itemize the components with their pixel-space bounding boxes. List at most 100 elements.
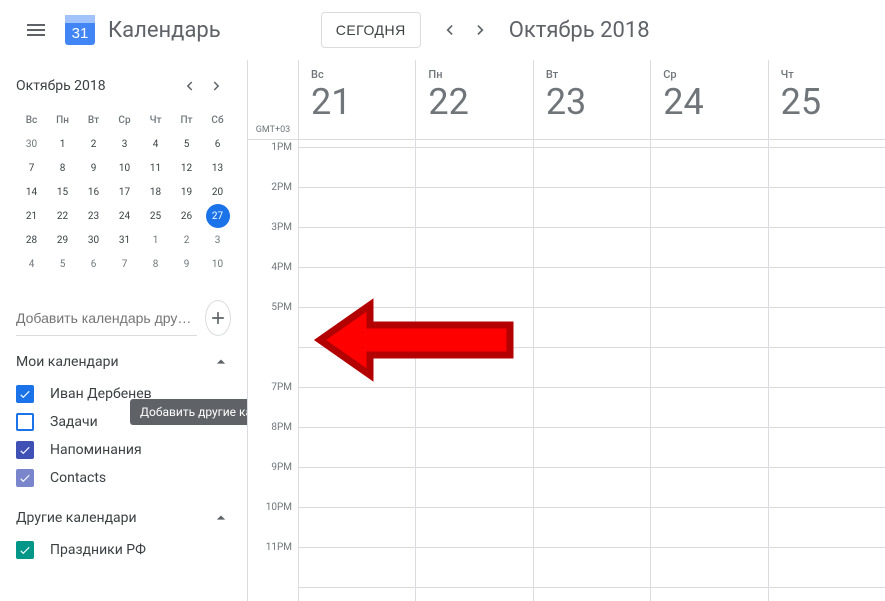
mini-day-cell[interactable]: 5	[47, 252, 78, 276]
mini-day-cell[interactable]: 18	[140, 180, 171, 204]
mini-day-cell[interactable]: 4	[140, 132, 171, 156]
hour-cell[interactable]	[299, 148, 415, 188]
hour-cell[interactable]	[534, 388, 650, 428]
mini-day-cell[interactable]: 7	[109, 252, 140, 276]
hour-cell[interactable]	[534, 348, 650, 388]
today-button[interactable]: СЕГОДНЯ	[321, 12, 421, 48]
mini-day-cell[interactable]: 7	[16, 156, 47, 180]
mini-day-cell[interactable]: 9	[78, 156, 109, 180]
day-header[interactable]: Вс21	[298, 60, 415, 139]
calendar-checkbox[interactable]	[16, 541, 34, 559]
calendar-item[interactable]: Праздники РФ	[16, 536, 247, 564]
main-menu-button[interactable]	[12, 6, 60, 54]
hour-cell[interactable]	[416, 428, 532, 468]
mini-day-cell[interactable]: 12	[171, 156, 202, 180]
mini-day-cell[interactable]: 8	[47, 156, 78, 180]
hour-cell[interactable]	[416, 268, 532, 308]
day-header[interactable]: Ср24	[650, 60, 767, 139]
hour-cell[interactable]	[651, 388, 767, 428]
hour-cell[interactable]	[416, 508, 532, 548]
calendar-item[interactable]: Напоминания	[16, 436, 247, 464]
hour-cell[interactable]	[769, 548, 885, 588]
mini-day-cell[interactable]: 16	[78, 180, 109, 204]
prev-period-button[interactable]	[433, 14, 465, 46]
hour-cell[interactable]	[534, 268, 650, 308]
hour-cell[interactable]	[651, 188, 767, 228]
hour-cell[interactable]	[299, 388, 415, 428]
hour-cell[interactable]	[416, 388, 532, 428]
hour-cell[interactable]	[534, 468, 650, 508]
day-column[interactable]	[415, 140, 532, 601]
hour-cell[interactable]	[299, 508, 415, 548]
mini-day-cell[interactable]: 31	[109, 228, 140, 252]
hour-cell[interactable]	[651, 148, 767, 188]
mini-day-cell[interactable]: 28	[16, 228, 47, 252]
hour-cell[interactable]	[769, 388, 885, 428]
mini-day-cell[interactable]: 15	[47, 180, 78, 204]
calendar-checkbox[interactable]	[16, 385, 34, 403]
hour-cell[interactable]	[534, 508, 650, 548]
hour-cell[interactable]	[534, 228, 650, 268]
mini-day-cell[interactable]: 13	[202, 156, 233, 180]
hour-cell[interactable]	[769, 428, 885, 468]
mini-day-cell[interactable]: 19	[171, 180, 202, 204]
mini-day-cell[interactable]: 1	[47, 132, 78, 156]
hour-cell[interactable]	[416, 348, 532, 388]
calendar-checkbox[interactable]	[16, 413, 34, 431]
hour-cell[interactable]	[769, 508, 885, 548]
mini-day-cell[interactable]: 3	[109, 132, 140, 156]
hour-cell[interactable]	[651, 268, 767, 308]
hour-cell[interactable]	[299, 348, 415, 388]
mini-day-cell[interactable]: 5	[171, 132, 202, 156]
day-header[interactable]: Пн22	[415, 60, 532, 139]
hour-cell[interactable]	[299, 428, 415, 468]
mini-day-cell[interactable]: 10	[109, 156, 140, 180]
mini-day-cell[interactable]: 14	[16, 180, 47, 204]
hour-cell[interactable]	[416, 228, 532, 268]
hour-cell[interactable]	[651, 508, 767, 548]
mini-day-cell[interactable]: 25	[140, 204, 171, 228]
mini-day-cell[interactable]: 17	[109, 180, 140, 204]
next-period-button[interactable]	[465, 14, 497, 46]
day-header[interactable]: Чт25	[768, 60, 885, 139]
hour-cell[interactable]	[416, 308, 532, 348]
hour-cell[interactable]	[769, 268, 885, 308]
day-column[interactable]	[533, 140, 650, 601]
hour-cell[interactable]	[534, 188, 650, 228]
mini-day-cell[interactable]: 2	[78, 132, 109, 156]
add-calendar-input[interactable]	[16, 300, 197, 336]
hour-cell[interactable]	[651, 348, 767, 388]
mini-day-cell[interactable]: 29	[47, 228, 78, 252]
day-column[interactable]	[298, 140, 415, 601]
hour-cell[interactable]	[651, 428, 767, 468]
hour-cell[interactable]	[651, 468, 767, 508]
add-calendar-button[interactable]	[205, 300, 231, 336]
mini-day-cell[interactable]: 1	[140, 228, 171, 252]
mini-day-cell[interactable]: 6	[78, 252, 109, 276]
my-calendars-toggle[interactable]: Мои календари	[16, 352, 247, 372]
mini-day-cell[interactable]: 9	[171, 252, 202, 276]
hour-cell[interactable]	[299, 268, 415, 308]
calendar-checkbox[interactable]	[16, 469, 34, 487]
hour-cell[interactable]	[299, 228, 415, 268]
hour-cell[interactable]	[651, 308, 767, 348]
mini-day-cell[interactable]: 30	[78, 228, 109, 252]
hour-cell[interactable]	[651, 548, 767, 588]
hour-cell[interactable]	[769, 148, 885, 188]
hour-cell[interactable]	[534, 308, 650, 348]
mini-day-cell[interactable]: 27	[206, 204, 230, 228]
hour-cell[interactable]	[769, 188, 885, 228]
day-column[interactable]	[650, 140, 767, 601]
day-column[interactable]	[768, 140, 885, 601]
hour-cell[interactable]	[534, 548, 650, 588]
mini-day-cell[interactable]: 22	[47, 204, 78, 228]
mini-day-cell[interactable]: 26	[171, 204, 202, 228]
mini-day-cell[interactable]: 3	[202, 228, 233, 252]
hour-cell[interactable]	[299, 468, 415, 508]
hour-cell[interactable]	[769, 348, 885, 388]
mini-day-cell[interactable]: 24	[109, 204, 140, 228]
mini-day-cell[interactable]: 8	[140, 252, 171, 276]
hour-cell[interactable]	[769, 468, 885, 508]
hour-cell[interactable]	[416, 148, 532, 188]
mini-prev-month-button[interactable]	[175, 72, 203, 100]
